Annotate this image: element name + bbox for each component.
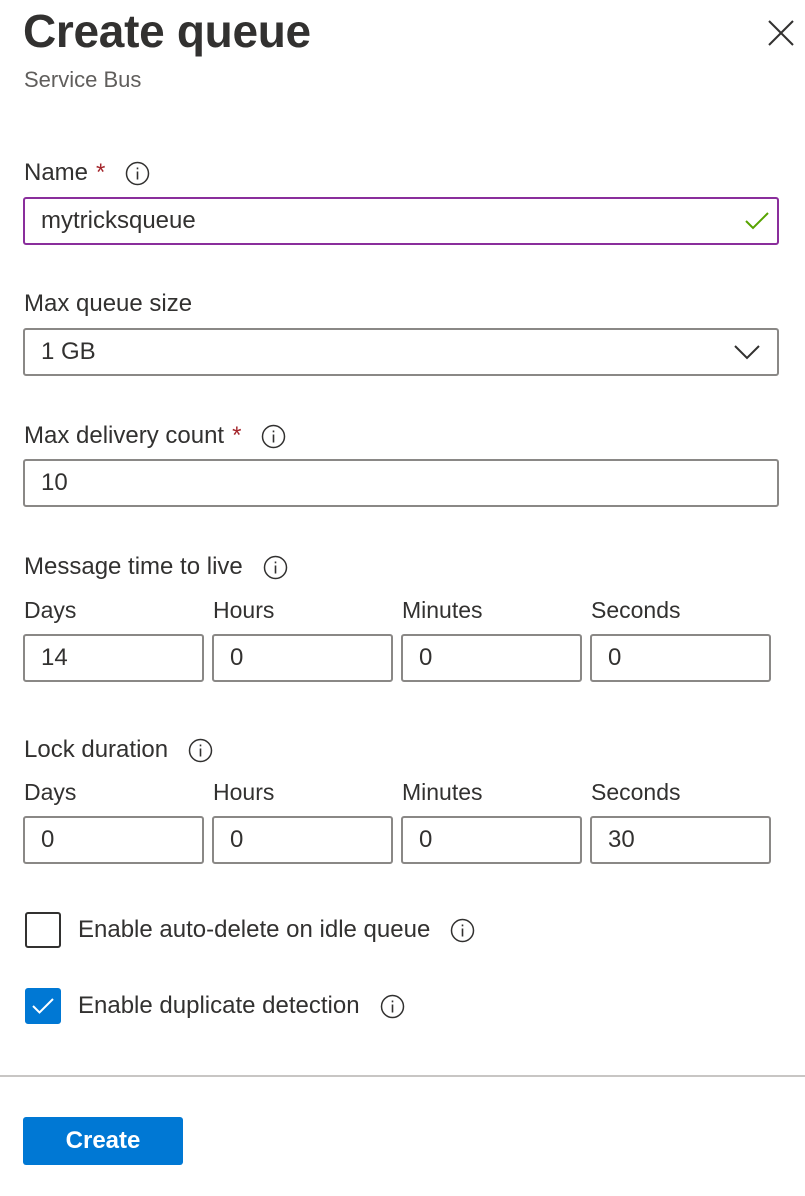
name-input-value: mytricksqueue xyxy=(41,207,196,234)
max-queue-size-dropdown[interactable]: 1 GB xyxy=(23,328,779,376)
info-icon[interactable] xyxy=(261,424,286,449)
checkmark-icon xyxy=(32,998,54,1014)
ttl-days-label: Days xyxy=(24,597,77,623)
close-button[interactable] xyxy=(760,14,800,54)
page-subtitle: Service Bus xyxy=(24,67,142,92)
create-queue-panel: Create queue Service Bus Name * mytricks… xyxy=(0,0,805,1196)
ttl-hours-value: 0 xyxy=(230,644,244,671)
ttl-days-input[interactable]: 14 xyxy=(23,634,204,682)
chevron-down-icon xyxy=(717,330,777,374)
lock-duration-label-text: Lock duration xyxy=(24,736,169,763)
ttl-days-value: 14 xyxy=(41,644,68,671)
duplicate-detection-label: Enable duplicate detection xyxy=(78,990,405,1022)
ttl-minutes-value: 0 xyxy=(419,644,433,671)
ttl-seconds-label: Seconds xyxy=(591,597,681,623)
max-delivery-count-label-text: Max delivery count xyxy=(24,422,225,449)
message-ttl-label: Message time to live xyxy=(24,551,288,583)
lock-seconds-label: Seconds xyxy=(591,779,681,805)
lock-days-value: 0 xyxy=(41,826,55,853)
ttl-minutes-label: Minutes xyxy=(402,597,483,623)
lock-days-label: Days xyxy=(24,779,77,805)
info-icon[interactable] xyxy=(380,994,405,1019)
ttl-seconds-value: 0 xyxy=(608,644,622,671)
info-icon[interactable] xyxy=(263,555,288,580)
name-input[interactable]: mytricksqueue xyxy=(23,197,779,245)
info-icon[interactable] xyxy=(125,161,150,186)
name-label: Name * xyxy=(24,157,150,189)
max-queue-size-selected: 1 GB xyxy=(41,338,96,365)
info-icon[interactable] xyxy=(188,738,213,763)
ttl-minutes-input[interactable]: 0 xyxy=(401,634,582,682)
ttl-hours-input[interactable]: 0 xyxy=(212,634,393,682)
max-queue-size-label: Max queue size xyxy=(24,290,193,317)
lock-duration-label: Lock duration xyxy=(24,734,213,766)
close-icon xyxy=(768,20,794,46)
max-delivery-count-input[interactable]: 10 xyxy=(23,459,779,507)
page-title: Create queue xyxy=(23,5,311,57)
info-icon[interactable] xyxy=(450,918,475,943)
required-marker: * xyxy=(232,422,242,449)
lock-hours-label: Hours xyxy=(213,779,275,805)
lock-hours-input[interactable]: 0 xyxy=(212,816,393,864)
lock-hours-value: 0 xyxy=(230,826,244,853)
lock-minutes-input[interactable]: 0 xyxy=(401,816,582,864)
max-delivery-count-value: 10 xyxy=(41,469,68,496)
create-button[interactable]: Create xyxy=(23,1117,183,1165)
ttl-hours-label: Hours xyxy=(213,597,275,623)
auto-delete-label: Enable auto-delete on idle queue xyxy=(78,914,475,946)
name-label-text: Name xyxy=(24,159,89,186)
lock-minutes-label: Minutes xyxy=(402,779,483,805)
required-marker: * xyxy=(96,159,106,186)
lock-seconds-input[interactable]: 30 xyxy=(590,816,771,864)
lock-days-input[interactable]: 0 xyxy=(23,816,204,864)
auto-delete-checkbox[interactable] xyxy=(25,912,61,948)
duplicate-detection-label-text: Enable duplicate detection xyxy=(78,992,360,1019)
ttl-seconds-input[interactable]: 0 xyxy=(590,634,771,682)
max-delivery-count-label: Max delivery count * xyxy=(24,420,286,452)
lock-seconds-value: 30 xyxy=(608,826,635,853)
auto-delete-label-text: Enable auto-delete on idle queue xyxy=(78,916,431,943)
message-ttl-label-text: Message time to live xyxy=(24,553,243,580)
lock-minutes-value: 0 xyxy=(419,826,433,853)
duplicate-detection-checkbox[interactable] xyxy=(25,988,61,1024)
checkmark-icon xyxy=(737,199,777,243)
